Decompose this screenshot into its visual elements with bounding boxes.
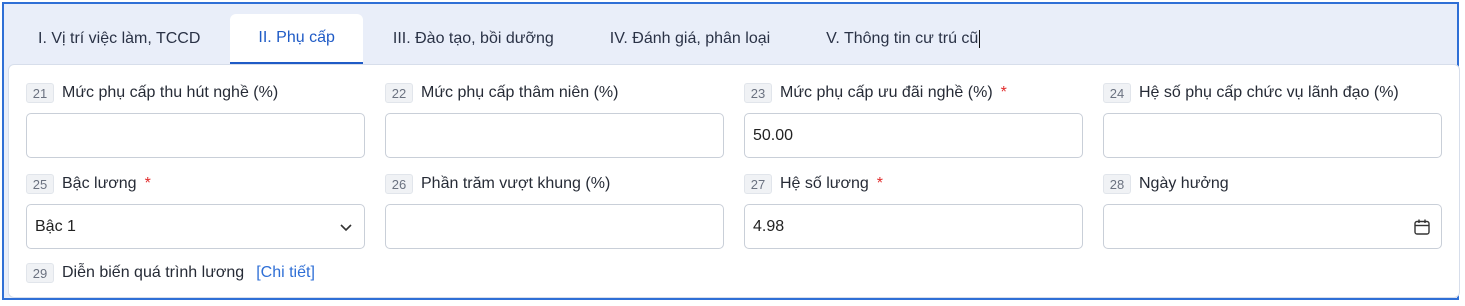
muc-phu-cap-thu-hut-input[interactable]: [26, 113, 365, 158]
field-24: 24 Hệ số phụ cấp chức vụ lãnh đạo (%): [1103, 81, 1442, 158]
field-number: 27: [744, 174, 772, 194]
field-label: Hệ số lương: [780, 175, 869, 192]
field-number: 29: [26, 263, 54, 283]
tab-label: III. Đào tạo, bồi dưỡng: [392, 30, 554, 47]
tab-thong-tin-cu-tru[interactable]: V. Thông tin cư trú cũ: [798, 14, 1008, 64]
field-29: 29 Diễn biến quá trình lương [Chi tiết]: [26, 261, 526, 285]
muc-phu-cap-tham-nien-input[interactable]: [385, 113, 724, 158]
field-27: 27 Hệ số lương * 4.98: [744, 172, 1083, 249]
field-label: Ngày hưởng: [1139, 175, 1229, 192]
required-marker: *: [144, 175, 151, 192]
select-value: Bậc 1: [35, 217, 76, 235]
he-so-luong-input[interactable]: 4.98: [744, 204, 1083, 249]
required-marker: *: [1000, 84, 1007, 101]
tab-label: II. Phụ cấp: [258, 29, 335, 46]
he-so-phu-cap-chuc-vu-input[interactable]: [1103, 113, 1442, 158]
tab-danh-gia[interactable]: IV. Đánh giá, phân loại: [582, 14, 798, 64]
tab-label: IV. Đánh giá, phân loại: [609, 30, 771, 47]
field-26: 26 Phần trăm vượt khung (%): [385, 172, 724, 249]
field-number: 24: [1103, 83, 1131, 103]
field-label: Bậc lương: [62, 175, 137, 192]
calendar-icon[interactable]: [1413, 218, 1431, 236]
chevron-down-icon[interactable]: [338, 219, 354, 235]
bac-luong-select[interactable]: Bậc 1: [26, 204, 365, 249]
field-label: Mức phụ cấp thâm niên (%): [421, 84, 619, 101]
field-label: Mức phụ cấp thu hút nghề (%): [62, 84, 279, 101]
field-23: 23 Mức phụ cấp ưu đãi nghề (%) * 50.00: [744, 81, 1083, 158]
form-panel: 21 Mức phụ cấp thu hút nghề (%) 22 Mức phụ…: [8, 64, 1460, 298]
tab-bar: I. Vị trí việc làm, TCCD II. Phụ cấp III…: [10, 12, 1008, 64]
field-25: 25 Bậc lương * Bậc 1: [26, 172, 365, 249]
tab-label: I. Vị trí việc làm, TCCD: [38, 30, 201, 47]
field-28: 28 Ngày hưởng: [1103, 172, 1442, 249]
ngay-huong-date-input[interactable]: [1103, 204, 1442, 249]
tab-phu-cap[interactable]: II. Phụ cấp: [230, 14, 363, 64]
field-label: Mức phụ cấp ưu đãi nghề (%): [780, 84, 993, 101]
field-label: Diễn biến quá trình lương: [62, 264, 245, 281]
field-number: 23: [744, 83, 772, 103]
chi-tiet-link[interactable]: [Chi tiết]: [256, 264, 315, 282]
field-number: 22: [385, 83, 413, 103]
field-label: Phần trăm vượt khung (%): [421, 175, 611, 192]
phan-tram-vuot-khung-input[interactable]: [385, 204, 724, 249]
field-number: 25: [26, 174, 54, 194]
field-22: 22 Mức phụ cấp thâm niên (%): [385, 81, 724, 158]
form-frame: I. Vị trí việc làm, TCCD II. Phụ cấp III…: [2, 2, 1460, 300]
muc-phu-cap-uu-dai-input[interactable]: 50.00: [744, 113, 1083, 158]
tab-dao-tao[interactable]: III. Đào tạo, bồi dưỡng: [365, 14, 582, 64]
tab-vi-tri-viec-lam[interactable]: I. Vị trí việc làm, TCCD: [10, 14, 228, 64]
field-number: 26: [385, 174, 413, 194]
field-number: 21: [26, 83, 54, 103]
required-marker: *: [876, 175, 884, 192]
field-label: Hệ số phụ cấp chức vụ lãnh đạo (%): [1139, 84, 1399, 101]
text-cursor: [979, 30, 981, 48]
tab-label: V. Thông tin cư trú cũ: [826, 30, 979, 47]
field-number: 28: [1103, 174, 1131, 194]
field-21: 21 Mức phụ cấp thu hút nghề (%): [26, 81, 365, 158]
